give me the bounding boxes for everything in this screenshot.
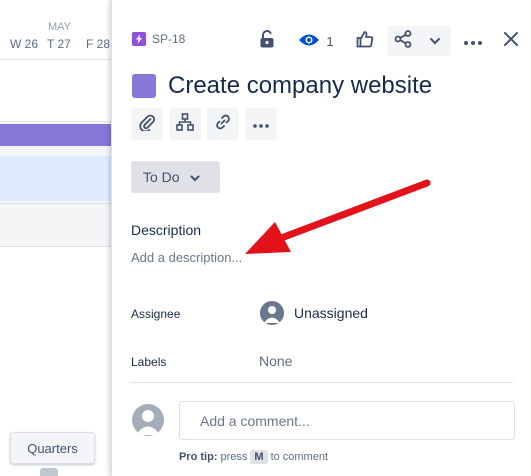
divider — [131, 382, 513, 383]
issue-title[interactable]: Create company website — [168, 72, 432, 100]
close-button[interactable] — [495, 26, 527, 56]
timeline-row — [0, 60, 111, 122]
keyboard-shortcut: M — [250, 450, 268, 464]
link-issue-button[interactable] — [207, 108, 239, 140]
paperclip-icon — [138, 113, 156, 136]
timeline-month: MAY — [48, 21, 72, 33]
hierarchy-icon — [176, 112, 194, 136]
assignee-value: Unassigned — [294, 305, 368, 321]
pro-tip-press: press — [220, 451, 248, 463]
scroll-handle[interactable] — [40, 468, 58, 476]
issue-title-row: Create company website — [132, 72, 432, 100]
more-actions-button[interactable] — [457, 26, 489, 56]
link-icon — [214, 113, 232, 136]
timeline-epic-bar[interactable] — [0, 124, 111, 146]
chevron-down-icon — [429, 32, 441, 50]
add-child-issue-button[interactable] — [169, 108, 201, 140]
quarters-button[interactable]: Quarters — [10, 432, 95, 464]
issue-detail-panel: SP-18 1 Create company website To Do Des… — [111, 0, 531, 476]
pro-tip-prefix: Pro tip: — [179, 451, 218, 463]
status-dropdown[interactable]: To Do — [131, 161, 220, 193]
watch-button[interactable]: 1 — [291, 26, 341, 56]
share-dropdown-button[interactable] — [419, 26, 451, 56]
share-button-group — [387, 26, 451, 56]
issue-quick-actions — [131, 108, 277, 140]
epic-color-swatch — [132, 74, 156, 98]
lock-icon — [259, 29, 275, 53]
labels-field[interactable]: None — [259, 353, 292, 369]
status-label: To Do — [143, 169, 180, 185]
timeline-background: MAY W 26 T 27 F 28 Quarters — [0, 0, 111, 476]
more-icon — [464, 32, 482, 50]
timeline-day: W 26 — [10, 37, 39, 51]
issue-key: SP-18 — [152, 32, 186, 46]
assignee-field[interactable]: Unassigned — [260, 301, 368, 325]
timeline-row-selected[interactable] — [0, 156, 111, 201]
timeline-day: F 28 — [86, 37, 111, 51]
close-icon — [503, 31, 519, 52]
share-icon — [394, 29, 412, 53]
description-field[interactable]: Add a description... — [131, 250, 242, 265]
avatar — [260, 301, 284, 325]
assignee-label: Assignee — [131, 307, 181, 321]
attach-button[interactable] — [131, 108, 163, 140]
labels-label: Labels — [131, 355, 167, 369]
avatar — [132, 404, 164, 436]
share-button[interactable] — [387, 26, 419, 56]
thumbs-up-icon — [356, 30, 374, 53]
timeline-day: T 27 — [47, 37, 71, 51]
pro-tip: Pro tip: press M to comment — [179, 450, 328, 464]
chevron-down-icon — [190, 169, 200, 185]
more-icon — [253, 115, 269, 133]
lightning-icon — [132, 32, 146, 46]
timeline-row — [0, 203, 111, 247]
description-heading: Description — [131, 222, 202, 238]
eye-icon — [298, 33, 320, 50]
comment-input[interactable] — [179, 401, 515, 440]
timeline-header: MAY W 26 T 27 F 28 — [0, 0, 111, 60]
lock-button[interactable] — [251, 26, 283, 56]
pro-tip-suffix: to comment — [270, 451, 329, 463]
watch-count: 1 — [326, 33, 334, 49]
more-quick-actions-button[interactable] — [245, 108, 277, 140]
like-button[interactable] — [349, 26, 381, 56]
issue-toolbar: 1 — [251, 26, 531, 56]
issue-key-link[interactable]: SP-18 — [132, 32, 185, 46]
